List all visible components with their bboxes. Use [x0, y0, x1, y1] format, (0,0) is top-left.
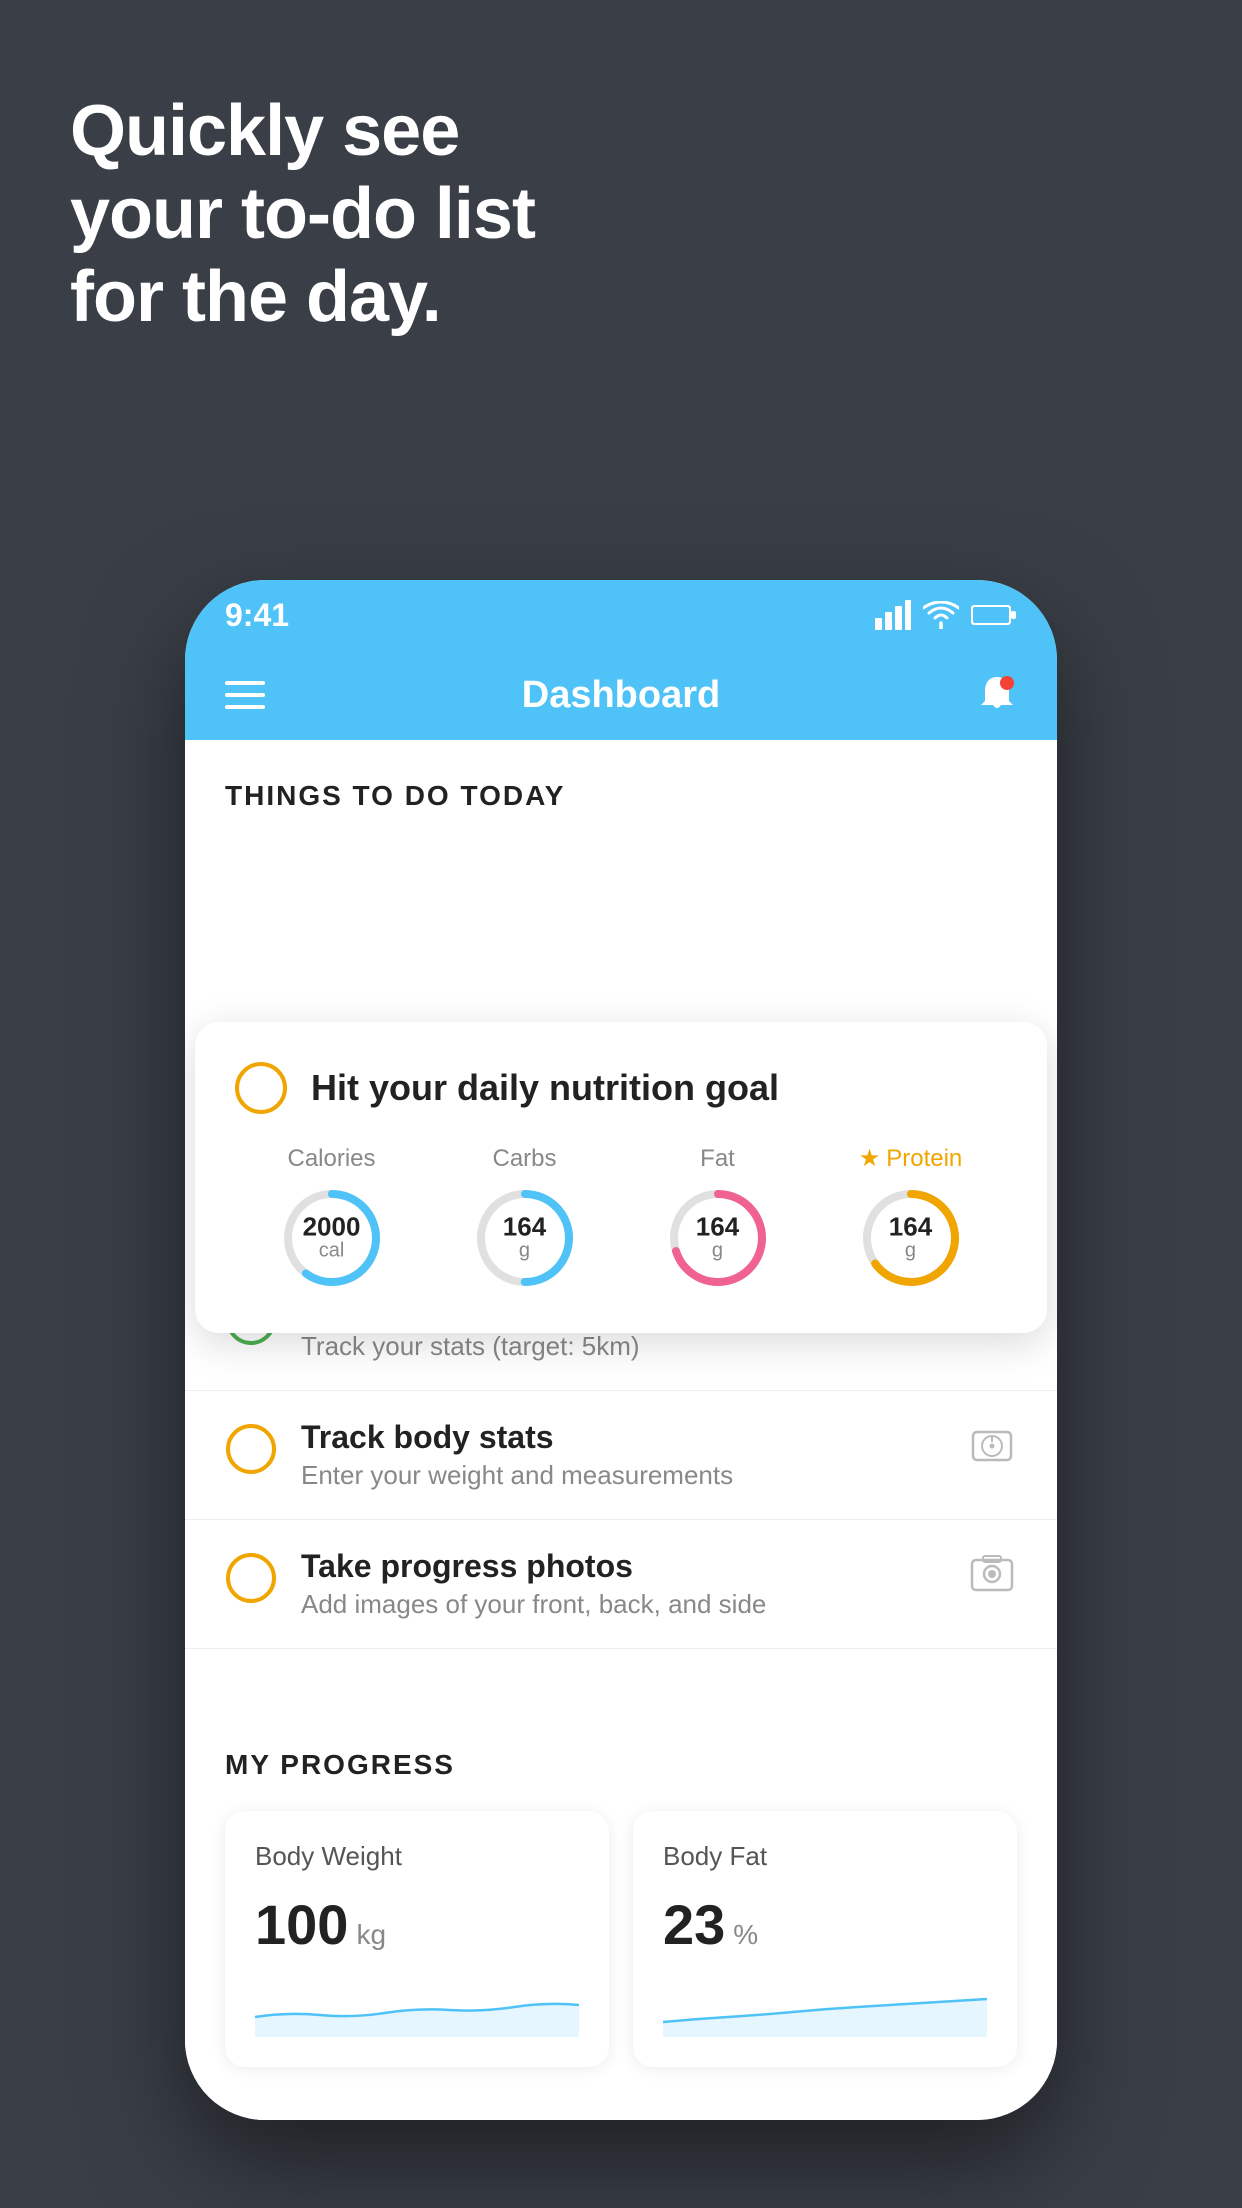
- nutrition-check-circle[interactable]: [235, 1062, 287, 1114]
- protein-ring: 164 g: [856, 1183, 966, 1293]
- body-weight-value: 100: [255, 1892, 348, 1957]
- nutrition-card: Hit your daily nutrition goal Calories 2: [195, 1022, 1047, 1333]
- nav-bar: Dashboard: [185, 650, 1057, 740]
- calories-ring: 2000 cal: [277, 1183, 387, 1293]
- macro-protein: ★ Protein 164 g: [856, 1144, 966, 1293]
- nav-title: Dashboard: [522, 674, 720, 717]
- nutrition-title: Hit your daily nutrition goal: [311, 1067, 779, 1109]
- scale-icon: [967, 1419, 1017, 1469]
- bodystats-title: Track body stats: [301, 1419, 943, 1456]
- signal-icon: [875, 600, 911, 630]
- body-fat-title: Body Fat: [663, 1841, 987, 1872]
- macro-protein-label: ★ Protein: [859, 1144, 963, 1173]
- status-bar: 9:41: [185, 580, 1057, 650]
- body-weight-chart: [255, 1977, 579, 2037]
- calories-unit: cal: [303, 1239, 361, 1262]
- photos-text: Take progress photos Add images of your …: [301, 1548, 943, 1620]
- progress-header: MY PROGRESS: [225, 1749, 1017, 1781]
- headline-line3: for the day.: [70, 256, 535, 339]
- bodystats-subtitle: Enter your weight and measurements: [301, 1460, 943, 1491]
- photos-title: Take progress photos: [301, 1548, 943, 1585]
- body-fat-value: 23: [663, 1892, 725, 1957]
- body-fat-chart: [663, 1977, 987, 2037]
- body-weight-title: Body Weight: [255, 1841, 579, 1872]
- hamburger-menu[interactable]: [225, 681, 265, 709]
- section-things-to-do: THINGS TO DO TODAY: [185, 740, 1057, 832]
- carbs-value: 164: [503, 1213, 546, 1239]
- macro-carbs-label: Carbs: [492, 1145, 556, 1173]
- section-label: THINGS TO DO TODAY: [225, 780, 565, 811]
- macro-fat: Fat 164 g: [663, 1145, 773, 1293]
- carbs-unit: g: [503, 1239, 546, 1262]
- protein-value: 164: [889, 1214, 932, 1240]
- photo-icon: [967, 1548, 1017, 1598]
- fat-unit: g: [696, 1239, 739, 1262]
- status-icons: [875, 600, 1017, 630]
- bell-button[interactable]: [977, 673, 1017, 717]
- wifi-icon: [923, 601, 959, 629]
- body-weight-card[interactable]: Body Weight 100 kg: [225, 1811, 609, 2067]
- macro-carbs: Carbs 164 g: [470, 1145, 580, 1293]
- star-icon: ★: [859, 1144, 881, 1173]
- nutrition-macros: Calories 2000 cal: [235, 1144, 1007, 1293]
- todo-item-body-stats[interactable]: Track body stats Enter your weight and m…: [185, 1391, 1057, 1520]
- todo-item-photos[interactable]: Take progress photos Add images of your …: [185, 1520, 1057, 1649]
- progress-cards: Body Weight 100 kg Body Fat: [225, 1811, 1017, 2067]
- protein-unit: g: [889, 1240, 932, 1263]
- bodystats-text: Track body stats Enter your weight and m…: [301, 1419, 943, 1491]
- progress-section: MY PROGRESS Body Weight 100 kg: [185, 1709, 1057, 2067]
- phone-frame: 9:41: [185, 580, 1057, 2120]
- body-weight-unit: kg: [356, 1919, 386, 1951]
- battery-icon: [971, 603, 1017, 627]
- running-subtitle: Track your stats (target: 5km): [301, 1331, 943, 1362]
- macro-calories: Calories 2000 cal: [277, 1145, 387, 1293]
- fat-ring: 164 g: [663, 1183, 773, 1293]
- photos-subtitle: Add images of your front, back, and side: [301, 1589, 943, 1620]
- fat-value: 164: [696, 1213, 739, 1239]
- body-weight-value-row: 100 kg: [255, 1892, 579, 1957]
- calories-value: 2000: [303, 1213, 361, 1239]
- macro-fat-label: Fat: [700, 1145, 735, 1173]
- macro-calories-label: Calories: [287, 1145, 375, 1173]
- photos-circle-icon: [225, 1552, 277, 1604]
- bodystats-circle-icon: [225, 1423, 277, 1475]
- body-fat-card[interactable]: Body Fat 23 %: [633, 1811, 1017, 2067]
- body-fat-unit: %: [733, 1919, 758, 1951]
- headline-line1: Quickly see: [70, 90, 535, 173]
- body-fat-value-row: 23 %: [663, 1892, 987, 1957]
- status-time: 9:41: [225, 597, 289, 634]
- carbs-ring: 164 g: [470, 1183, 580, 1293]
- headline-line2: your to-do list: [70, 173, 535, 256]
- headline: Quickly see your to-do list for the day.: [70, 90, 535, 338]
